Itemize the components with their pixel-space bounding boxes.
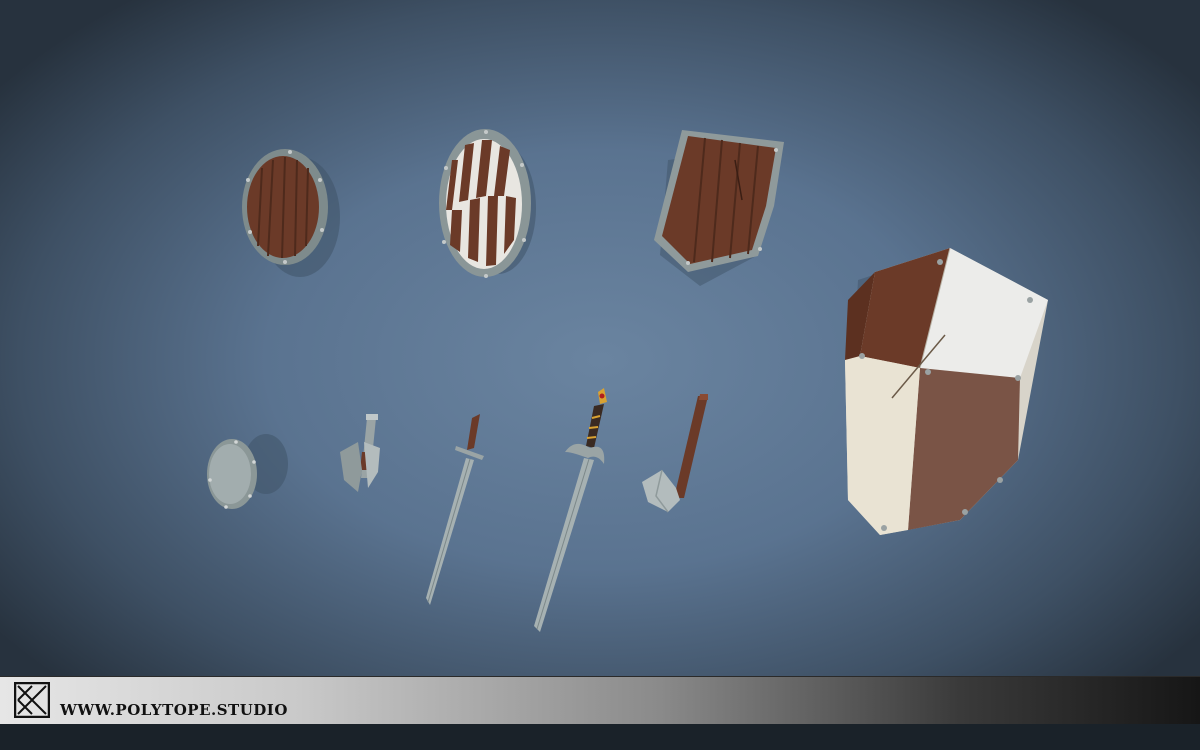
hand-axe <box>642 394 708 513</box>
small-buckler <box>207 434 288 509</box>
heater-wooden-shield <box>654 130 784 286</box>
ornate-sword <box>534 388 607 632</box>
striped-round-shield <box>439 129 536 278</box>
scene-viewport <box>0 0 1200 750</box>
round-wooden-shield <box>242 149 340 277</box>
double-axe <box>340 414 380 492</box>
footer-bottom-strip <box>0 724 1200 750</box>
polytope-logo-icon <box>14 682 50 718</box>
large-kite-shield <box>845 247 1048 535</box>
scene-svg <box>207 129 1048 632</box>
studio-url-text[interactable]: WWW.POLYTOPE.STUDIO <box>60 701 288 719</box>
plain-sword <box>426 414 484 605</box>
